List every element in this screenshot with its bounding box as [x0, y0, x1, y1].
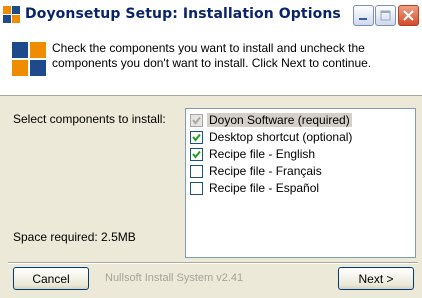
- component-item[interactable]: Recipe file - English: [190, 147, 317, 161]
- installer-window: Doyonsetup Setup: Installation Options C…: [0, 0, 422, 298]
- close-button[interactable]: [398, 5, 419, 26]
- component-label: Recipe file - Español: [209, 181, 320, 195]
- branding-text: Nullsoft Install System v2.41: [105, 272, 244, 284]
- close-icon: [403, 10, 414, 21]
- checkbox-unchecked-icon[interactable]: [190, 164, 203, 178]
- component-label: Recipe file - English: [209, 147, 316, 161]
- component-label: Doyon Software (required): [207, 113, 352, 127]
- components-list[interactable]: Doyon Software (required) Desktop shortc…: [185, 108, 416, 258]
- cancel-button[interactable]: Cancel: [13, 267, 89, 290]
- maximize-icon: [380, 10, 391, 21]
- component-item[interactable]: Recipe file - Español: [190, 181, 321, 195]
- setup-header-icon: [12, 42, 46, 76]
- header-description: Check the components you want to install…: [52, 41, 372, 70]
- window-title: Doyonsetup Setup: Installation Options: [25, 6, 341, 22]
- checkbox-unchecked-icon[interactable]: [190, 181, 203, 195]
- component-label: Desktop shortcut (optional): [209, 130, 353, 144]
- checkbox-checked-disabled-icon[interactable]: [190, 113, 203, 127]
- component-item[interactable]: Doyon Software (required): [190, 113, 352, 127]
- component-label: Recipe file - Français: [209, 164, 322, 178]
- component-item[interactable]: Recipe file - Français: [190, 164, 324, 178]
- header-panel: Check the components you want to install…: [0, 30, 422, 96]
- checkbox-checked-icon[interactable]: [190, 147, 203, 161]
- component-item[interactable]: Desktop shortcut (optional): [190, 130, 354, 144]
- minimize-icon: [359, 18, 367, 20]
- checkbox-checked-icon[interactable]: [190, 130, 203, 144]
- footer-divider: [8, 262, 418, 264]
- maximize-button[interactable]: [375, 5, 396, 26]
- setup-app-icon: [3, 6, 20, 23]
- title-bar[interactable]: Doyonsetup Setup: Installation Options: [0, 0, 422, 30]
- next-button[interactable]: Next >: [338, 267, 414, 290]
- minimize-button[interactable]: [353, 5, 374, 26]
- select-components-label: Select components to install:: [13, 112, 166, 126]
- space-required-label: Space required: 2.5MB: [13, 230, 136, 244]
